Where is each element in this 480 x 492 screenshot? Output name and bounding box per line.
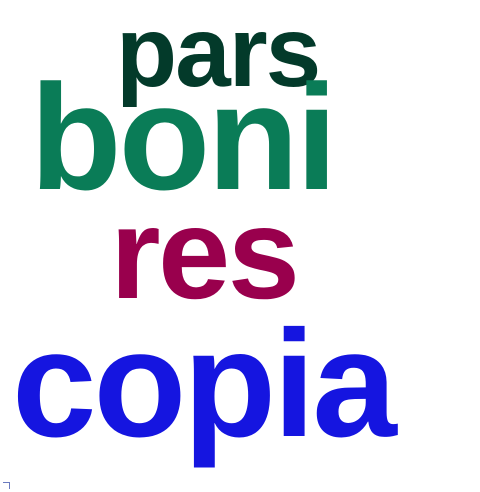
corner-mark [3, 482, 10, 489]
word-copia: copia [12, 299, 397, 469]
